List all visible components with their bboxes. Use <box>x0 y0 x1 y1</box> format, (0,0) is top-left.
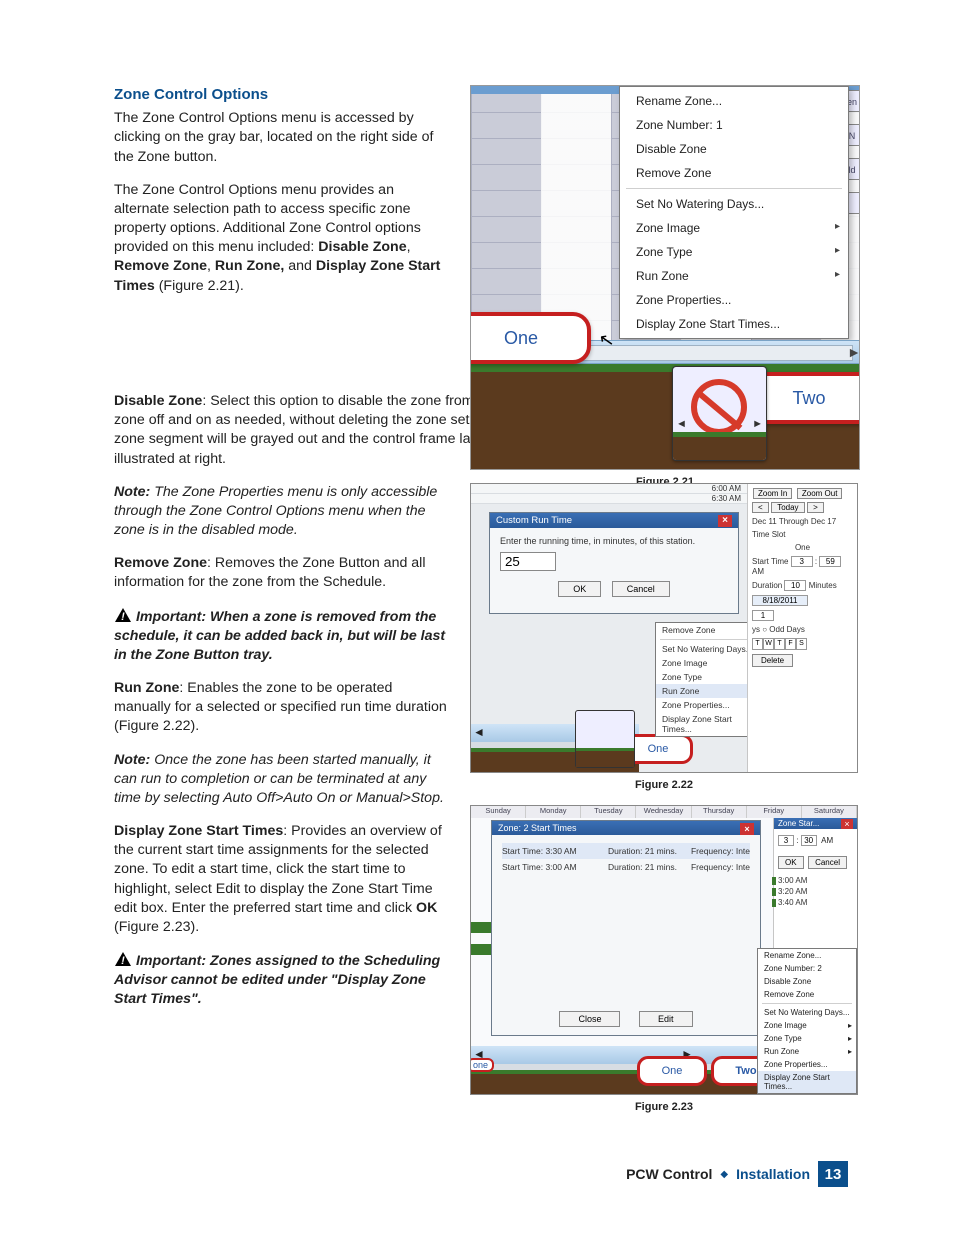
menu-no-watering-days[interactable]: Set No Watering Days... <box>758 1006 856 1019</box>
figure-2-23-caption: Figure 2.23 <box>470 1101 858 1113</box>
start-min-input[interactable] <box>819 556 841 567</box>
no-operation-icon <box>691 379 747 435</box>
date-input[interactable] <box>752 595 808 606</box>
menu-zone-image[interactable]: Zone Image <box>620 216 848 240</box>
zone-context-menu[interactable]: Rename Zone... Zone Number: 2 Disable Zo… <box>757 948 857 1094</box>
important-start-times: ! Important: Zones assigned to the Sched… <box>114 951 452 1010</box>
para-intro-2: The Zone Control Options menu provides a… <box>114 181 452 296</box>
menu-zone-number[interactable]: Zone Number: 2 <box>758 962 856 975</box>
day-header: SundayMondayTuesdayWednesdayThursdayFrid… <box>471 806 857 818</box>
drop-icon: ◆ <box>720 1169 728 1180</box>
footer-product: PCW Control <box>626 1166 712 1182</box>
menu-disable-zone[interactable]: Disable Zone <box>620 137 848 161</box>
zone-button-partial[interactable]: one <box>470 1058 494 1072</box>
menu-remove-zone[interactable]: Remove Zone <box>620 161 848 185</box>
close-icon[interactable]: × <box>841 819 853 829</box>
para-intro-1: The Zone Control Options menu is accesse… <box>114 109 452 167</box>
scroll-right-icon[interactable]: ► <box>847 344 860 360</box>
figure-2-22: 6:00 AM 6:30 AM ◄► One Custom Run Time× … <box>470 483 858 773</box>
zone-button-one[interactable]: One <box>637 1056 707 1086</box>
frequency-input[interactable] <box>752 610 774 621</box>
page-footer: PCW Control ◆ Installation 13 <box>626 1161 848 1187</box>
zoom-in-button[interactable]: Zoom In <box>753 488 792 499</box>
ok-button[interactable]: OK <box>778 856 804 869</box>
note-run-zone: Note: Once the zone has been started man… <box>114 751 452 809</box>
even-odd-label[interactable]: ys ○ Odd Days <box>752 625 853 634</box>
zone-button-one[interactable]: One <box>470 312 591 364</box>
hour-input[interactable] <box>778 835 794 846</box>
day-buttons[interactable]: TWTFS <box>752 638 853 650</box>
dialog-title-bar[interactable]: Custom Run Time× <box>490 513 738 528</box>
delete-button[interactable]: Delete <box>752 654 793 667</box>
svg-text:!: ! <box>121 611 125 623</box>
menu-run-zone[interactable]: Run Zone <box>620 264 848 288</box>
today-button[interactable]: Today <box>771 502 804 513</box>
ok-button[interactable]: OK <box>558 581 601 597</box>
thumb-right-icon[interactable]: ► <box>752 418 763 430</box>
section-heading: Zone Control Options <box>114 85 452 105</box>
start-time-row[interactable]: Start Time: 3:00 AMDuration: 21 mins.Fre… <box>502 859 750 875</box>
cancel-button[interactable]: Cancel <box>612 581 670 597</box>
zone-name-label: One <box>752 543 853 552</box>
zone-context-menu[interactable]: Rename Zone... Zone Number: 1 Disable Zo… <box>619 86 849 339</box>
minute-input[interactable] <box>801 835 817 846</box>
important-remove-zone: ! Important: When a zone is removed from… <box>114 607 452 666</box>
menu-separator <box>626 188 842 189</box>
menu-zone-type[interactable]: Zone Type <box>758 1032 856 1045</box>
time-bar: 3:20 AM <box>778 886 853 897</box>
zone-thumbnail-disabled: ◄ ► <box>672 366 767 461</box>
page-number: 13 <box>818 1161 848 1187</box>
figure-2-22-caption: Figure 2.22 <box>470 779 858 791</box>
warning-icon: ! <box>114 607 132 623</box>
time-slot-label: Time Slot <box>752 530 853 539</box>
menu-zone-properties[interactable]: Zone Properties... <box>620 288 848 312</box>
scroll-left-icon[interactable]: ◄ <box>473 725 485 739</box>
para-run-zone: Run Zone: Enables the zone to be operate… <box>114 679 452 737</box>
duration-input[interactable] <box>784 580 806 591</box>
para-remove-zone: Remove Zone: Removes the Zone Button and… <box>114 554 452 592</box>
start-hour-input[interactable] <box>791 556 813 567</box>
menu-run-zone[interactable]: Run Zone <box>758 1045 856 1058</box>
menu-rename-zone[interactable]: Rename Zone... <box>620 89 848 113</box>
time-column: 6:00 AM 6:30 AM <box>471 484 749 504</box>
panel-title[interactable]: Zone Star...× <box>774 818 857 829</box>
dialog-title-bar[interactable]: Zone: 2 Start Times× <box>492 821 760 835</box>
para-display-start-times: Display Zone Start Times: Provides an ov… <box>114 822 452 937</box>
zone-thumbnail <box>575 710 635 768</box>
dialog-prompt: Enter the running time, in minutes, of t… <box>500 536 728 546</box>
next-button[interactable]: > <box>807 502 824 513</box>
prev-button[interactable]: < <box>752 502 769 513</box>
close-icon[interactable]: × <box>740 823 754 835</box>
warning-icon: ! <box>114 951 132 967</box>
figure-2-21: 4:30 AM en N ld Fo Rename Zone... Zone N… <box>470 85 860 470</box>
menu-no-watering-days[interactable]: Set No Watering Days... <box>620 192 848 216</box>
note-zone-properties: Note: The Zone Properties menu is only a… <box>114 483 452 541</box>
date-range-label: Dec 11 Through Dec 17 <box>752 517 853 526</box>
edit-button[interactable]: Edit <box>639 1011 693 1027</box>
close-icon[interactable]: × <box>718 515 732 527</box>
time-slot-panel: Zoom In Zoom Out < Today > Dec 11 Throug… <box>747 484 857 772</box>
menu-remove-zone[interactable]: Remove Zone <box>758 988 856 1001</box>
zone-start-times-dialog: Zone: 2 Start Times× Start Time: 3:30 AM… <box>491 820 761 1036</box>
menu-zone-image[interactable]: Zone Image <box>758 1019 856 1032</box>
menu-display-start-times[interactable]: Display Zone Start Times... <box>758 1071 856 1093</box>
figure-2-23: SundayMondayTuesdayWednesdayThursdayFrid… <box>470 805 858 1095</box>
custom-run-time-dialog: Custom Run Time× Enter the running time,… <box>489 512 739 614</box>
thumb-left-icon[interactable]: ◄ <box>676 418 687 430</box>
menu-zone-properties[interactable]: Zone Properties... <box>758 1058 856 1071</box>
minutes-input[interactable] <box>500 552 556 571</box>
start-time-row[interactable]: Start Time: 3:30 AMDuration: 21 mins.Fre… <box>502 843 750 859</box>
menu-rename-zone[interactable]: Rename Zone... <box>758 949 856 962</box>
close-button[interactable]: Close <box>559 1011 620 1027</box>
svg-text:!: ! <box>121 955 125 967</box>
zoom-out-button[interactable]: Zoom Out <box>797 488 843 499</box>
cancel-button[interactable]: Cancel <box>808 856 847 869</box>
menu-zone-type[interactable]: Zone Type <box>620 240 848 264</box>
time-bar: 3:00 AM <box>778 875 853 886</box>
footer-section: Installation <box>736 1166 810 1182</box>
time-bar: 3:40 AM <box>778 897 853 908</box>
menu-disable-zone[interactable]: Disable Zone <box>758 975 856 988</box>
menu-display-start-times[interactable]: Display Zone Start Times... <box>620 312 848 336</box>
menu-zone-number[interactable]: Zone Number: 1 <box>620 113 848 137</box>
